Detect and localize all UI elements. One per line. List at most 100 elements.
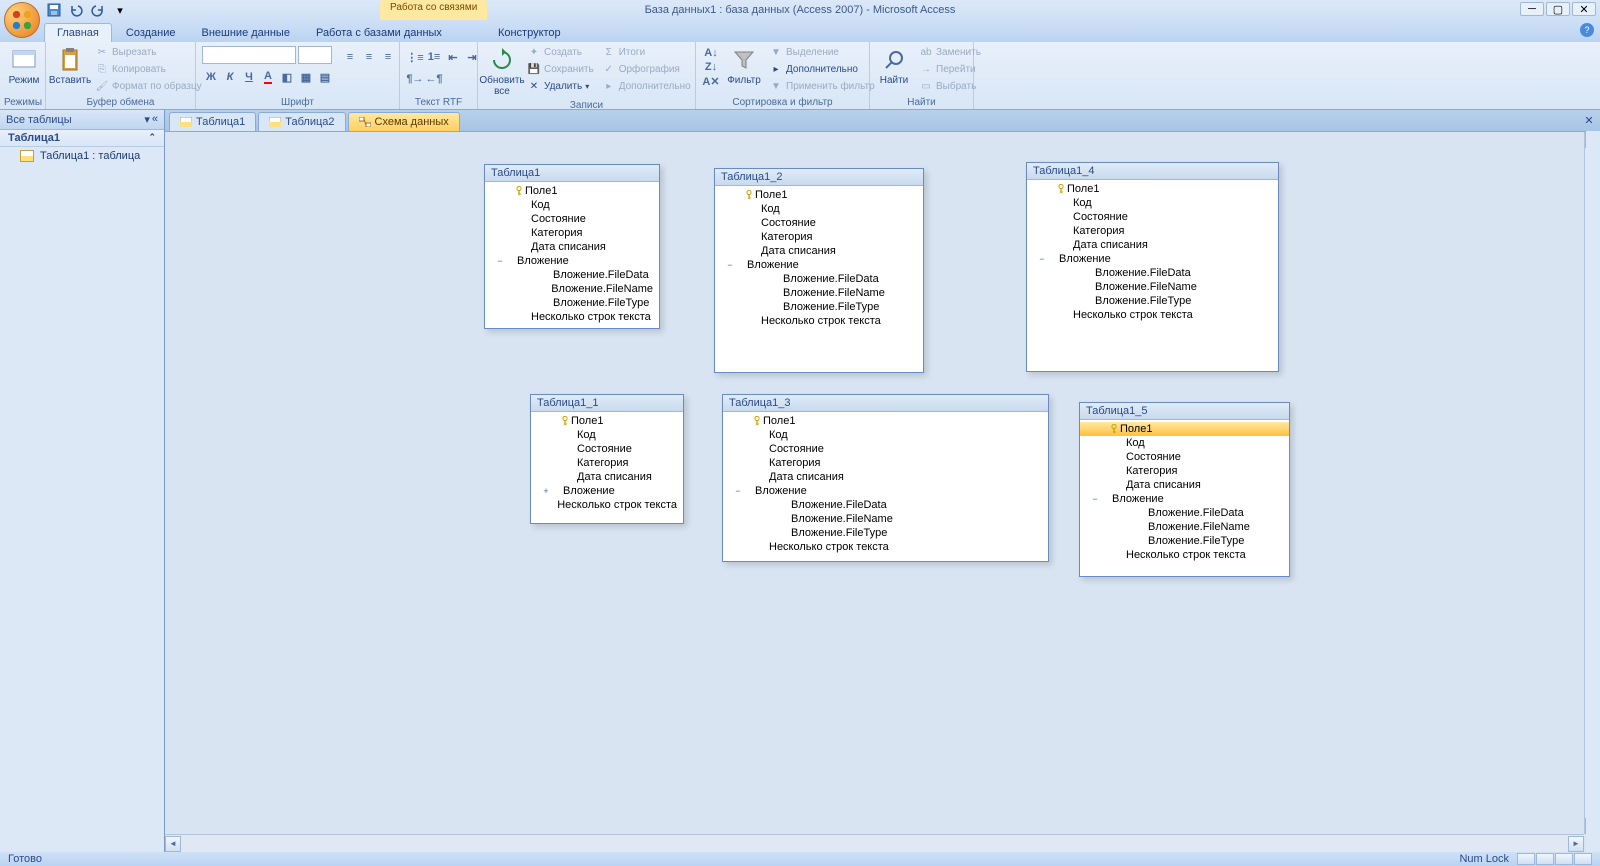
expand-icon[interactable]: −: [725, 258, 735, 272]
doctab-table2[interactable]: Таблица2: [258, 112, 345, 131]
field-row[interactable]: Вложение.FileType: [485, 296, 659, 310]
outer-vertical-scrollbar[interactable]: [1586, 131, 1600, 852]
field-row[interactable]: −Вложение: [723, 484, 1048, 498]
field-row[interactable]: Состояние: [531, 442, 683, 456]
bullets-button[interactable]: ⋮≡: [406, 48, 424, 66]
more-button[interactable]: ▸Дополнительно: [599, 78, 694, 94]
field-row[interactable]: Дата списания: [531, 470, 683, 484]
field-row[interactable]: Вложение.FileData: [1027, 266, 1278, 280]
field-row[interactable]: Код: [1080, 436, 1289, 450]
tab-external-data[interactable]: Внешние данные: [190, 24, 302, 42]
qat-customize-button[interactable]: ▾: [110, 1, 130, 19]
view-button[interactable]: Режим: [4, 44, 44, 88]
clear-sort-button[interactable]: A✕: [702, 74, 720, 88]
font-name-combo[interactable]: [202, 46, 296, 64]
new-record-button[interactable]: ✦Создать: [524, 44, 597, 60]
help-button[interactable]: ?: [1580, 23, 1594, 37]
cut-button[interactable]: ✂Вырезать: [92, 44, 205, 60]
view-btn-3[interactable]: [1555, 853, 1573, 865]
field-row[interactable]: Поле1: [723, 414, 1048, 428]
field-row[interactable]: Вложение.FileData: [1080, 506, 1289, 520]
field-row[interactable]: Вложение.FileName: [485, 282, 659, 296]
alt-row-button[interactable]: ▤: [316, 68, 334, 86]
table-box[interactable]: Таблица1Поле1КодСостояниеКатегорияДата с…: [484, 164, 660, 329]
table-box-title[interactable]: Таблица1_1: [531, 395, 683, 412]
nav-group-collapse-icon[interactable]: ⌃: [148, 132, 156, 144]
doctab-close-button[interactable]: ✕: [1582, 114, 1596, 128]
font-color-button[interactable]: A: [259, 68, 277, 86]
field-row[interactable]: Поле1: [1080, 422, 1289, 436]
field-row[interactable]: Вложение.FileType: [723, 526, 1048, 540]
replace-button[interactable]: abЗаменить: [916, 44, 984, 60]
table-box[interactable]: Таблица1_4Поле1КодСостояниеКатегорияДата…: [1026, 162, 1279, 372]
toggle-filter-button[interactable]: ▼Применить фильтр: [766, 78, 878, 94]
field-row[interactable]: −Вложение: [1080, 492, 1289, 506]
field-row[interactable]: Поле1: [485, 184, 659, 198]
doctab-table1[interactable]: Таблица1: [169, 112, 256, 131]
field-row[interactable]: −Вложение: [1027, 252, 1278, 266]
field-row[interactable]: Поле1: [531, 414, 683, 428]
align-left-button[interactable]: ≡: [341, 48, 359, 66]
tab-home[interactable]: Главная: [44, 23, 112, 42]
find-button[interactable]: Найти: [874, 44, 914, 88]
expand-icon[interactable]: −: [733, 484, 743, 498]
field-row[interactable]: Несколько строк текста: [531, 498, 683, 512]
field-row[interactable]: Вложение.FileType: [1080, 534, 1289, 548]
field-row[interactable]: Категория: [1027, 224, 1278, 238]
field-row[interactable]: Категория: [715, 230, 923, 244]
field-row[interactable]: Состояние: [1027, 210, 1278, 224]
minimize-button[interactable]: ─: [1520, 2, 1544, 16]
format-painter-button[interactable]: 🖌Формат по образцу: [92, 78, 205, 94]
advanced-filter-button[interactable]: ▸Дополнительно: [766, 61, 878, 77]
sort-desc-button[interactable]: Z↓: [702, 60, 720, 74]
field-row[interactable]: Состояние: [723, 442, 1048, 456]
field-row[interactable]: Вложение.FileName: [1080, 520, 1289, 534]
font-size-combo[interactable]: [298, 46, 332, 64]
tab-database-tools[interactable]: Работа с базами данных: [304, 24, 454, 42]
view-btn-4[interactable]: [1574, 853, 1592, 865]
qat-save-button[interactable]: [44, 1, 64, 19]
field-row[interactable]: Поле1: [1027, 182, 1278, 196]
nav-group-header[interactable]: Таблица1 ⌃: [0, 130, 164, 147]
filter-button[interactable]: Фильтр: [724, 44, 764, 88]
field-row[interactable]: −Вложение: [715, 258, 923, 272]
view-btn-2[interactable]: [1536, 853, 1554, 865]
field-row[interactable]: Дата списания: [723, 470, 1048, 484]
tab-constructor[interactable]: Конструктор: [486, 24, 573, 42]
field-row[interactable]: Категория: [485, 226, 659, 240]
field-row[interactable]: Вложение.FileName: [1027, 280, 1278, 294]
table-box-title[interactable]: Таблица1: [485, 165, 659, 182]
qat-undo-button[interactable]: [66, 1, 86, 19]
goto-button[interactable]: →Перейти: [916, 61, 984, 77]
table-box-title[interactable]: Таблица1_4: [1027, 163, 1278, 180]
spelling-button[interactable]: ✓Орфография: [599, 61, 694, 77]
sort-asc-button[interactable]: A↓: [702, 46, 720, 60]
underline-button[interactable]: Ч: [240, 68, 258, 86]
select-button[interactable]: ▭Выбрать: [916, 78, 984, 94]
nav-dropdown-icon[interactable]: ▾: [144, 113, 150, 126]
qat-redo-button[interactable]: [88, 1, 108, 19]
field-row[interactable]: Код: [723, 428, 1048, 442]
horizontal-scrollbar[interactable]: ◄►: [165, 834, 1584, 852]
field-row[interactable]: Вложение.FileType: [715, 300, 923, 314]
field-row[interactable]: Вложение.FileData: [485, 268, 659, 282]
field-row[interactable]: Категория: [723, 456, 1048, 470]
paste-button[interactable]: Вставить: [50, 44, 90, 88]
copy-button[interactable]: ⎘Копировать: [92, 61, 205, 77]
table-box[interactable]: Таблица1_3Поле1КодСостояниеКатегорияДата…: [722, 394, 1049, 562]
save-record-button[interactable]: 💾Сохранить: [524, 61, 597, 77]
tab-create[interactable]: Создание: [114, 24, 188, 42]
doctab-schema[interactable]: Схема данных: [348, 112, 460, 131]
field-row[interactable]: Несколько строк текста: [1027, 308, 1278, 322]
align-right-button[interactable]: ≡: [379, 48, 397, 66]
field-row[interactable]: Вложение.FileName: [715, 286, 923, 300]
field-row[interactable]: Состояние: [485, 212, 659, 226]
rtl-button[interactable]: ←¶: [425, 70, 443, 88]
expand-icon[interactable]: +: [541, 484, 551, 498]
indent-dec-button[interactable]: ⇤: [444, 48, 462, 66]
office-button[interactable]: [4, 2, 40, 38]
field-row[interactable]: Категория: [531, 456, 683, 470]
field-row[interactable]: Вложение.FileData: [723, 498, 1048, 512]
field-row[interactable]: Несколько строк текста: [715, 314, 923, 328]
table-box[interactable]: Таблица1_2Поле1КодСостояниеКатегорияДата…: [714, 168, 924, 373]
